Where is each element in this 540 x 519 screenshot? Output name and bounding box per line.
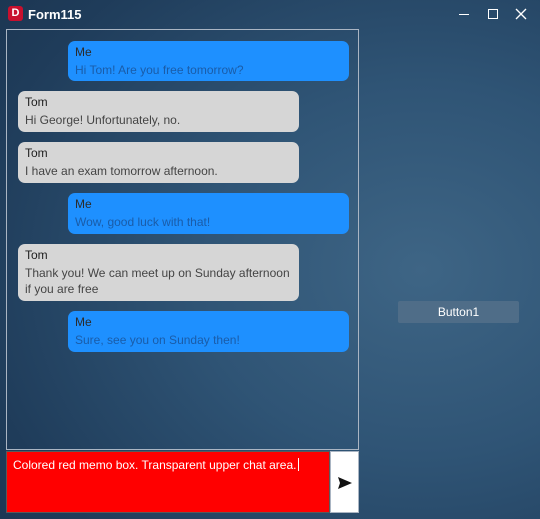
message-bubble-me: Me Wow, good luck with that!: [68, 193, 349, 234]
minimize-button[interactable]: [450, 0, 478, 29]
memo-text: Colored red memo box. Transparent upper …: [13, 458, 297, 472]
message-bubble-me: Me Hi Tom! Are you free tomorrow?: [68, 41, 349, 81]
title-bar: D Form115: [0, 0, 540, 29]
message-text: I have an exam tomorrow afternoon.: [25, 164, 218, 178]
message-text: Hi George! Unfortunately, no.: [25, 113, 181, 127]
message-sender: Me: [75, 45, 92, 59]
message-sender: Me: [75, 197, 92, 211]
send-button[interactable]: [330, 451, 359, 513]
message-bubble-me: Me Sure, see you on Sunday then!: [68, 311, 349, 352]
message-sender: Me: [75, 315, 92, 329]
message-text: Thank you! We can meet up on Sunday afte…: [25, 266, 290, 296]
close-icon: [515, 8, 527, 20]
message-bubble-tom: Tom Hi George! Unfortunately, no.: [18, 91, 299, 132]
message-bubble-tom: Tom Thank you! We can meet up on Sunday …: [18, 244, 299, 301]
text-caret: [297, 458, 299, 471]
message-bubble-tom: Tom I have an exam tomorrow afternoon.: [18, 142, 299, 183]
message-sender: Tom: [25, 146, 48, 160]
maximize-icon: [488, 9, 498, 19]
message-memo-input[interactable]: Colored red memo box. Transparent upper …: [6, 451, 330, 513]
app-logo-icon: D: [8, 6, 23, 21]
button1[interactable]: Button1: [398, 301, 519, 323]
message-text: Sure, see you on Sunday then!: [75, 333, 240, 347]
minimize-icon: [459, 14, 469, 15]
chat-area[interactable]: Me Hi Tom! Are you free tomorrow? Tom Hi…: [6, 29, 359, 450]
message-text: Wow, good luck with that!: [75, 215, 211, 229]
window-title: Form115: [28, 7, 82, 22]
close-button[interactable]: [507, 0, 535, 29]
send-icon: [338, 477, 352, 489]
maximize-button[interactable]: [479, 0, 507, 29]
message-sender: Tom: [25, 95, 48, 109]
message-text: Hi Tom! Are you free tomorrow?: [75, 63, 244, 77]
message-sender: Tom: [25, 248, 48, 262]
